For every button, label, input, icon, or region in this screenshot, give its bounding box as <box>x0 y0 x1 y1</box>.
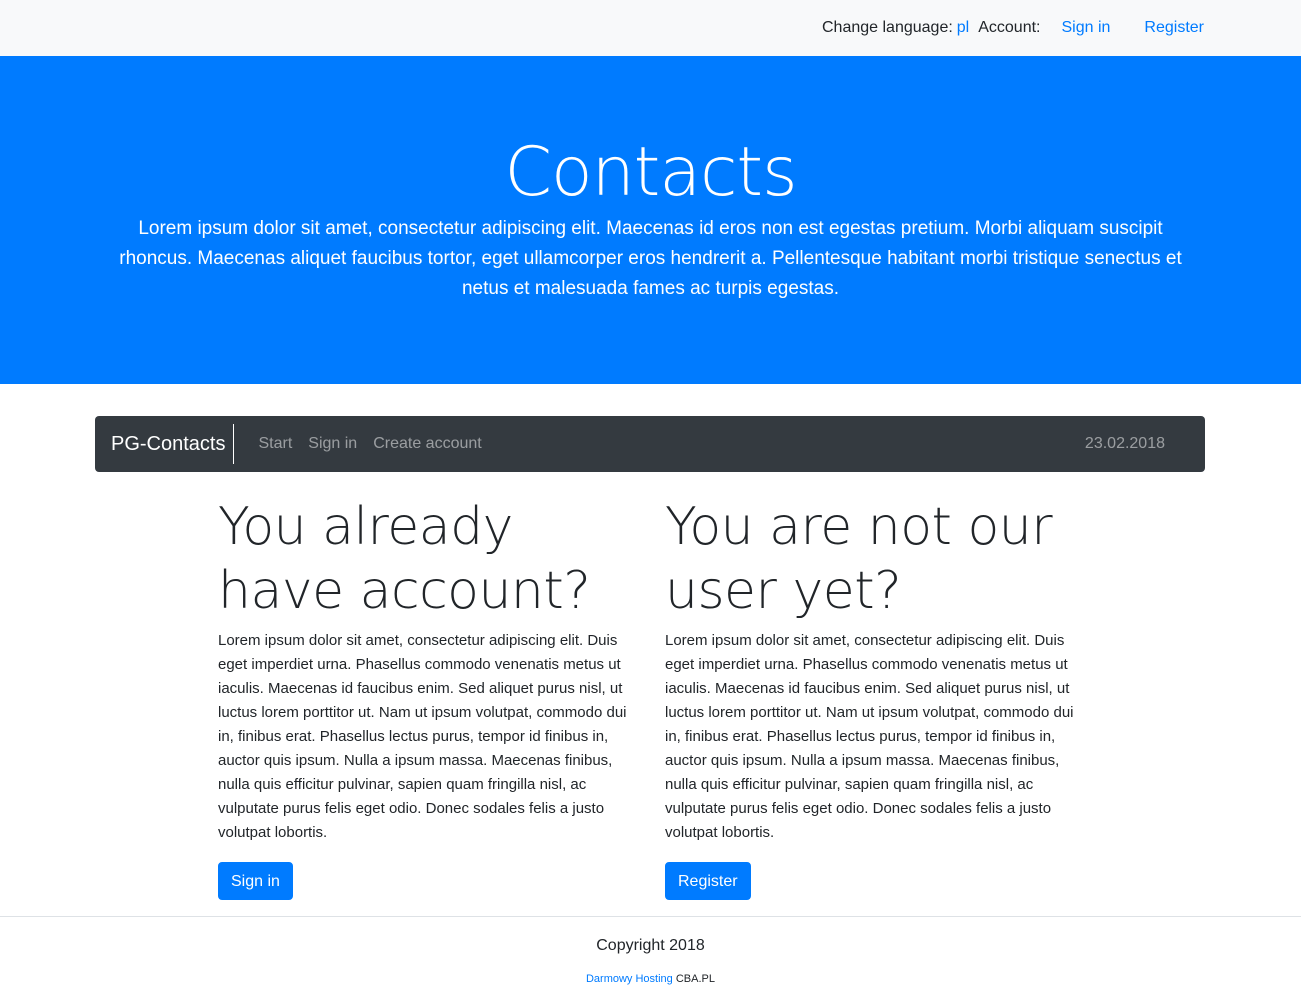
sign-in-button[interactable]: Sign in <box>218 862 293 900</box>
hero-jumbotron: Contacts Lorem ipsum dolor sit amet, con… <box>0 56 1301 384</box>
existing-account-column: You already have account? Lorem ipsum do… <box>218 495 638 900</box>
existing-account-text: Lorem ipsum dolor sit amet, consectetur … <box>218 632 627 841</box>
navbar-date: 23.02.2018 <box>1084 435 1165 452</box>
language-link-pl[interactable]: pl <box>957 19 969 37</box>
hosting-link[interactable]: Darmowy Hosting <box>586 973 673 985</box>
account-label: Account: <box>978 19 1041 36</box>
nav-item-start[interactable]: Start <box>258 435 292 453</box>
nav-item-sign-in[interactable]: Sign in <box>308 435 357 453</box>
top-bar: Change language: pl Account: Sign in Reg… <box>0 0 1301 56</box>
page-title: Contacts <box>504 133 798 212</box>
new-user-column: You are not our user yet? Lorem ipsum do… <box>665 495 1085 900</box>
page-footer: Copyright 2018 Darmowy Hosting CBA.PL <box>0 916 1301 1004</box>
top-sign-in-link[interactable]: Sign in <box>1062 19 1111 37</box>
main-navbar: PG-Contacts Start Sign in Create account… <box>95 416 1205 472</box>
copyright-text: Copyright 2018 <box>596 937 705 954</box>
top-register-link[interactable]: Register <box>1144 19 1204 37</box>
nav-item-create-account[interactable]: Create account <box>373 435 482 453</box>
existing-account-heading: You already have account? <box>218 497 591 621</box>
hero-lead-text: Lorem ipsum dolor sit amet, consectetur … <box>119 218 1182 299</box>
hosting-text: CBA.PL <box>675 973 715 985</box>
new-user-heading: You are not our user yet? <box>665 497 1053 621</box>
register-button[interactable]: Register <box>665 862 751 900</box>
navbar-brand[interactable]: PG-Contacts <box>95 424 235 464</box>
new-user-text: Lorem ipsum dolor sit amet, consectetur … <box>665 632 1074 841</box>
change-language-label: Change language: <box>822 19 953 36</box>
hosting-credit: Darmowy Hosting CBA.PL <box>0 973 1301 985</box>
